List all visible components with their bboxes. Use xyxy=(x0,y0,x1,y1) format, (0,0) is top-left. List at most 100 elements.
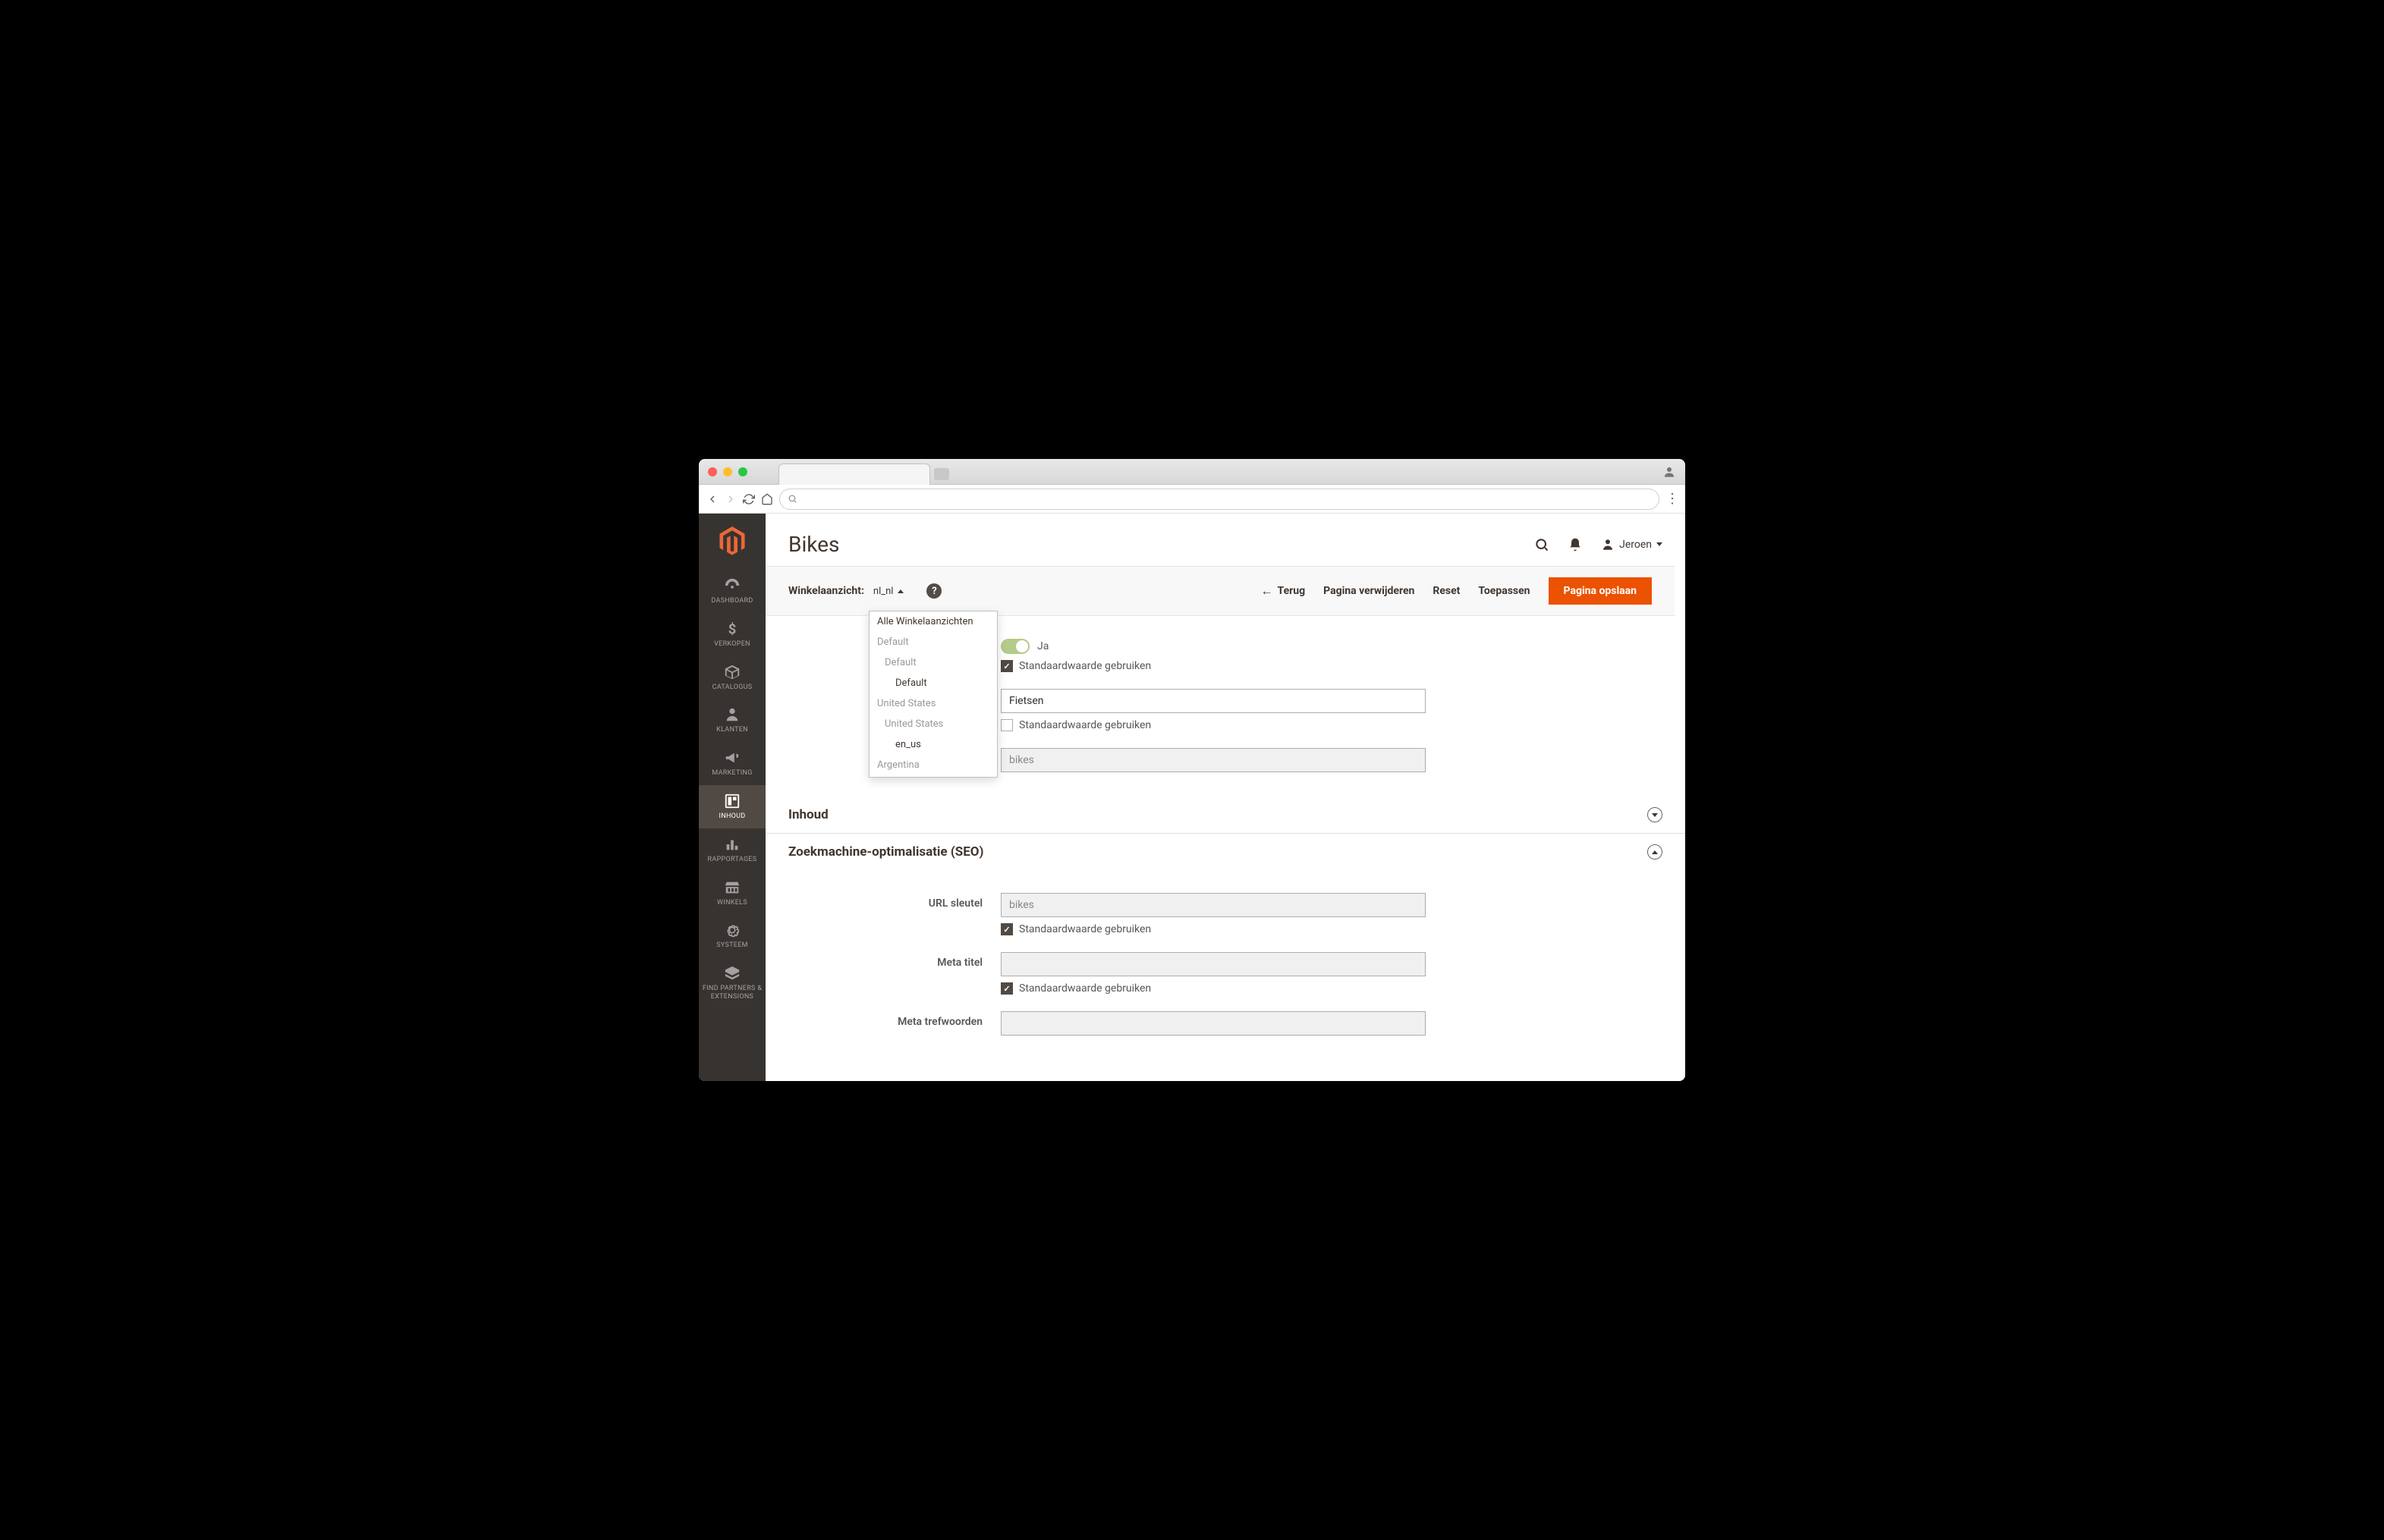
store-scope-label: Winkelaanzicht: xyxy=(788,585,864,597)
gear-icon xyxy=(724,922,741,938)
sidebar-item-customers[interactable]: KLANTEN xyxy=(699,699,766,742)
search-button[interactable] xyxy=(1534,537,1549,552)
sidebar-item-catalog[interactable]: CATALOGUS xyxy=(699,656,766,699)
sidebar-label: VERKOPEN xyxy=(714,640,750,649)
field-label: Meta titel xyxy=(788,952,1001,969)
use-default-checkbox[interactable] xyxy=(1001,923,1013,935)
store-scope-selector[interactable]: nl_nl xyxy=(873,586,904,597)
meta-keywords-input xyxy=(1001,1011,1426,1036)
magento-logo-icon xyxy=(719,526,745,555)
use-default-checkbox[interactable] xyxy=(1001,660,1013,672)
page-title: Bikes xyxy=(788,532,839,557)
reset-button[interactable]: Reset xyxy=(1433,585,1460,597)
dropdown-group: Argentina xyxy=(870,775,997,778)
collapse-icon xyxy=(1647,844,1662,860)
dropdown-group: Default xyxy=(870,632,997,652)
save-page-button[interactable]: Pagina opslaan xyxy=(1549,577,1652,605)
toolbar-right: ← Terug Pagina verwijderen Reset Toepass… xyxy=(1261,577,1652,605)
user-icon xyxy=(1601,538,1615,552)
address-bar[interactable] xyxy=(779,489,1659,510)
page-identifier-input xyxy=(1001,748,1426,772)
page-toolbar: Winkelaanzicht: nl_nl ? Alle Winkelaanzi… xyxy=(766,566,1675,616)
enable-toggle[interactable] xyxy=(1001,639,1030,654)
delete-page-button[interactable]: Pagina verwijderen xyxy=(1323,585,1414,597)
store-scope-dropdown: Alle Winkelaanzichten Default Default De… xyxy=(869,611,998,778)
field-url-key: URL sleutel Standaardwaarde gebruiken xyxy=(788,893,1662,935)
sidebar-label: DASHBOARD xyxy=(711,597,753,605)
search-icon xyxy=(788,494,797,504)
section-seo-header[interactable]: Zoekmachine-optimalisatie (SEO) xyxy=(766,834,1685,870)
back-button[interactable]: ← Terug xyxy=(1261,583,1306,599)
sidebar-label: MARKETING xyxy=(712,769,752,778)
use-default-label: Standaardwaarde gebruiken xyxy=(1019,660,1151,672)
dropdown-group: Default xyxy=(870,652,997,673)
admin-sidebar: DASHBOARD $ VERKOPEN CATALOGUS KLANTEN M… xyxy=(699,514,766,1081)
use-default-label: Standaardwaarde gebruiken xyxy=(1019,923,1151,935)
maximize-window-button[interactable] xyxy=(738,467,747,476)
partners-icon xyxy=(724,965,741,982)
sidebar-label: WINKELS xyxy=(717,899,747,907)
box-icon xyxy=(724,664,741,680)
store-icon xyxy=(724,879,741,896)
sidebar-item-system[interactable]: SYSTEEM xyxy=(699,914,766,957)
page-title-input[interactable] xyxy=(1001,689,1426,713)
megaphone-icon xyxy=(724,750,741,766)
traffic-lights xyxy=(708,467,747,476)
notifications-button[interactable] xyxy=(1568,537,1583,552)
sidebar-item-stores[interactable]: WINKELS xyxy=(699,872,766,915)
forward-icon xyxy=(725,493,737,505)
dropdown-item[interactable]: Alle Winkelaanzichten xyxy=(870,611,997,632)
sidebar-label: KLANTEN xyxy=(716,726,748,734)
bars-icon xyxy=(724,836,741,853)
sidebar-item-reports[interactable]: RAPPORTAGES xyxy=(699,828,766,872)
store-scope-value: nl_nl xyxy=(873,586,894,597)
field-meta-keywords: Meta trefwoorden xyxy=(788,1011,1662,1036)
use-default-checkbox[interactable] xyxy=(1001,719,1013,731)
sidebar-label: INHOUD xyxy=(719,812,745,821)
reload-icon[interactable] xyxy=(743,493,755,505)
back-icon[interactable] xyxy=(706,493,719,505)
browser-tab-bar xyxy=(699,459,1685,485)
new-tab-button[interactable] xyxy=(934,468,949,480)
section-content-header[interactable]: Inhoud xyxy=(766,797,1685,834)
sidebar-item-partners[interactable]: FIND PARTNERS & EXTENSIONS xyxy=(699,957,766,1009)
section-seo-body: URL sleutel Standaardwaarde gebruiken Me… xyxy=(766,870,1685,1060)
meta-title-input xyxy=(1001,952,1426,976)
minimize-window-button[interactable] xyxy=(723,467,732,476)
magento-logo[interactable] xyxy=(719,526,746,556)
use-default-label: Standaardwaarde gebruiken xyxy=(1019,982,1151,995)
sidebar-item-marketing[interactable]: MARKETING xyxy=(699,742,766,785)
dropdown-item[interactable]: Default xyxy=(870,673,997,693)
dropdown-item[interactable]: en_us xyxy=(870,734,997,755)
browser-toolbar: ⋮ xyxy=(699,485,1685,514)
browser-tab[interactable] xyxy=(778,464,930,485)
expand-icon xyxy=(1647,807,1662,822)
sidebar-item-sales[interactable]: $ VERKOPEN xyxy=(699,613,766,656)
help-icon[interactable]: ? xyxy=(926,583,942,599)
url-key-input xyxy=(1001,893,1426,917)
close-window-button[interactable] xyxy=(708,467,717,476)
header-actions: Jeroen xyxy=(1534,537,1662,552)
sidebar-item-dashboard[interactable]: DASHBOARD xyxy=(699,570,766,613)
dropdown-group: Argentina xyxy=(870,755,997,775)
field-meta-title: Meta titel Standaardwaarde gebruiken xyxy=(788,952,1662,995)
home-icon[interactable] xyxy=(761,493,773,505)
field-label: Meta trefwoorden xyxy=(788,1011,1001,1028)
page-header: Bikes Jeroen xyxy=(766,514,1685,566)
apply-button[interactable]: Toepassen xyxy=(1478,585,1530,597)
main-content: Bikes Jeroen Winkelaanzicht: nl_nl xyxy=(766,514,1685,1081)
section-title: Inhoud xyxy=(788,807,829,822)
browser-menu-icon[interactable]: ⋮ xyxy=(1665,492,1678,506)
use-default-checkbox[interactable] xyxy=(1001,982,1013,995)
sidebar-label: CATALOGUS xyxy=(712,684,753,692)
dropdown-group: United States xyxy=(870,693,997,714)
app-body: DASHBOARD $ VERKOPEN CATALOGUS KLANTEN M… xyxy=(699,514,1685,1081)
dropdown-group: United States xyxy=(870,714,997,734)
sidebar-label: SYSTEEM xyxy=(716,941,748,950)
use-default-label: Standaardwaarde gebruiken xyxy=(1019,719,1151,731)
sidebar-item-content[interactable]: INHOUD xyxy=(699,785,766,828)
browser-profile-icon[interactable] xyxy=(1662,465,1676,479)
caret-down-icon xyxy=(1656,542,1662,546)
user-menu[interactable]: Jeroen xyxy=(1601,538,1662,552)
caret-up-icon xyxy=(898,589,904,593)
